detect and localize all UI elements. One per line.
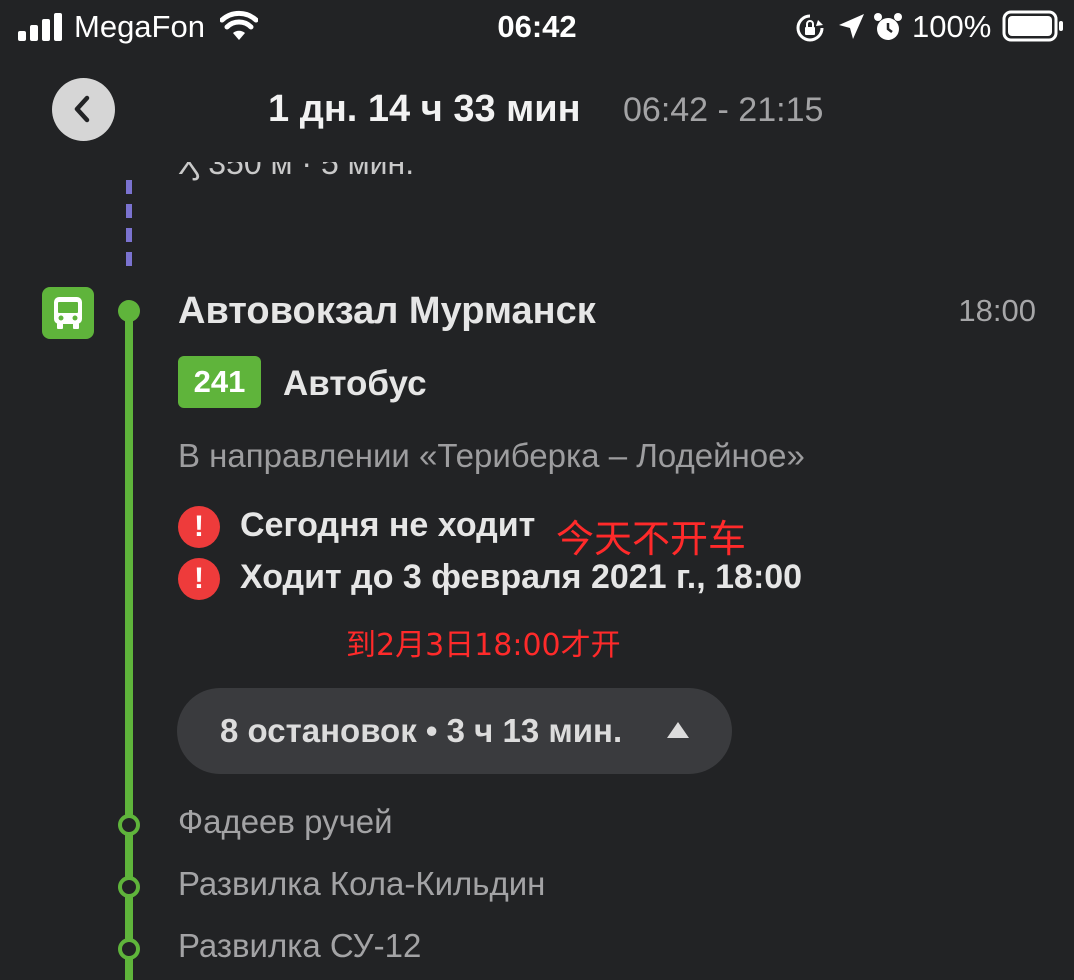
location-icon bbox=[839, 14, 864, 39]
bus-icon bbox=[42, 287, 94, 339]
stops-toggle-button[interactable]: 8 остановок • 3 ч 13 мин. bbox=[177, 688, 732, 774]
battery-percentage: 100% bbox=[912, 9, 992, 44]
stop-node bbox=[118, 938, 140, 960]
stop-node bbox=[118, 876, 140, 898]
intermediate-stop[interactable]: Развилка СУ-12 bbox=[178, 927, 421, 965]
transport-type: Автобус bbox=[283, 364, 427, 403]
intermediate-stop[interactable]: Фадеев ручей bbox=[178, 803, 393, 841]
battery-icon bbox=[1002, 10, 1063, 42]
stops-toggle-label: 8 остановок • 3 ч 13 мин. bbox=[220, 712, 623, 749]
route-direction: В направлении «Териберка – Лодейное» bbox=[178, 437, 805, 474]
stop-node bbox=[118, 814, 140, 836]
caret-up-icon bbox=[667, 722, 689, 738]
departure-time: 18:00 bbox=[958, 293, 1036, 328]
chevron-left-icon bbox=[74, 95, 90, 123]
annotation-note: 到2月3日18:00才开 bbox=[346, 628, 621, 663]
rotation-lock-icon bbox=[796, 14, 824, 42]
alert-running-until: Ходит до 3 февраля 2021 г., 18:00 bbox=[240, 558, 803, 596]
route-duration: 1 дн. 14 ч 33 мин bbox=[268, 88, 581, 130]
status-bar: MegaFon 06:42 100% bbox=[0, 0, 1074, 56]
annotation-note: 今天不开车 bbox=[556, 517, 747, 561]
walk-route-line bbox=[126, 180, 132, 276]
back-button[interactable] bbox=[52, 78, 115, 141]
route-number-badge[interactable]: 241 bbox=[178, 356, 261, 408]
previous-segment-walk-info: Ӽ 350 м · 5 мин. bbox=[178, 162, 415, 181]
exclamation-icon: ! bbox=[178, 558, 220, 600]
route-timespan: 06:42 - 21:15 bbox=[623, 91, 824, 129]
alarm-icon bbox=[874, 13, 902, 40]
alert-not-running-today: Сегодня не ходит bbox=[240, 506, 536, 544]
departure-stop-node bbox=[118, 300, 140, 322]
departure-stop-name[interactable]: Автовокзал Мурманск bbox=[178, 290, 596, 333]
intermediate-stop[interactable]: Развилка Кола-Кильдин bbox=[178, 865, 545, 903]
exclamation-icon: ! bbox=[178, 506, 220, 548]
